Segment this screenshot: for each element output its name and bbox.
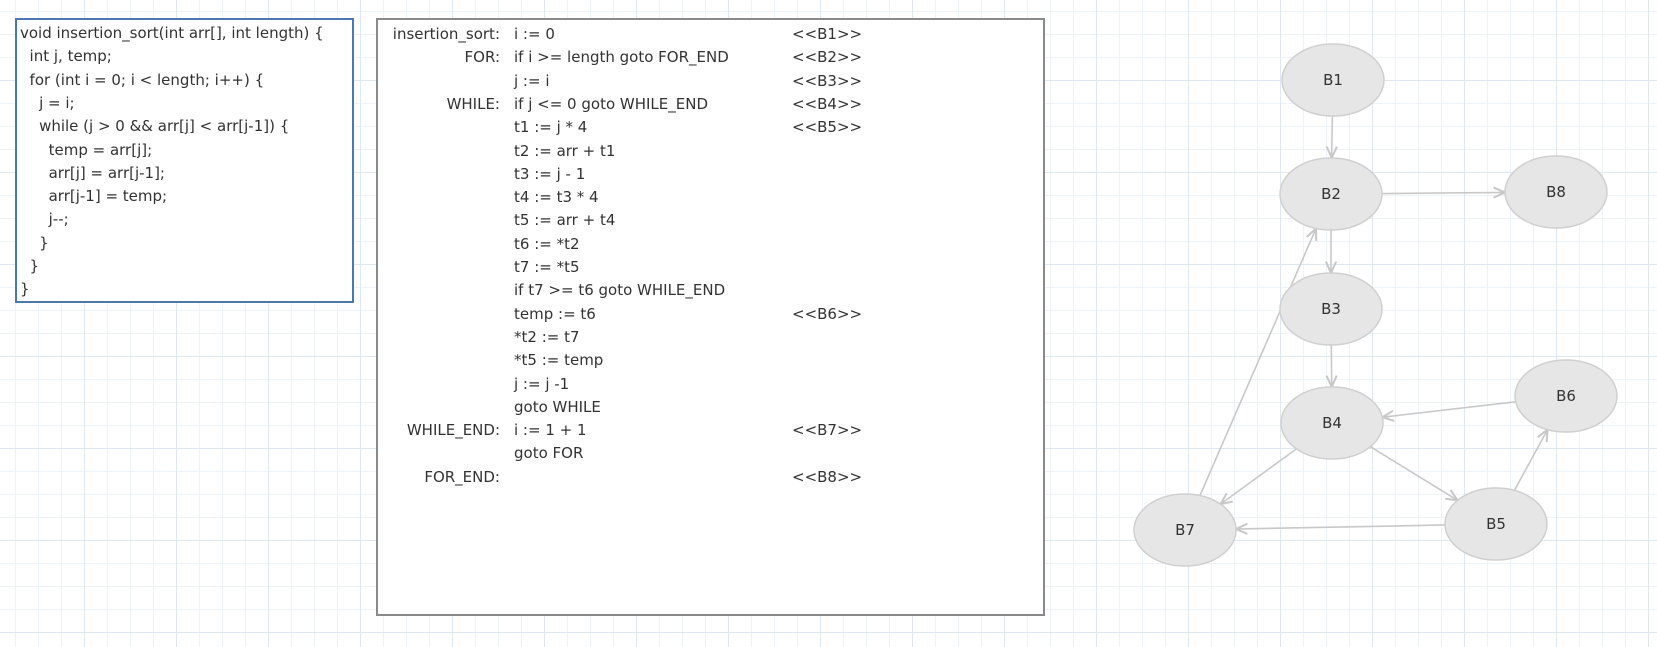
node-label: B5 — [1486, 515, 1506, 533]
cfg-node-b4[interactable]: B4 — [1280, 386, 1384, 460]
node-label: B2 — [1321, 185, 1341, 203]
cfg-node-b2[interactable]: B2 — [1279, 157, 1383, 231]
node-label: B7 — [1175, 521, 1195, 539]
node-label: B4 — [1322, 414, 1342, 432]
cfg-node-b1[interactable]: B1 — [1281, 43, 1385, 117]
cfg-node-b7[interactable]: B7 — [1133, 493, 1237, 567]
node-label: B3 — [1321, 300, 1341, 318]
cfg-nodes: B1 B2 B3 B4 B5 B6 B7 B8 — [1133, 43, 1618, 567]
node-label: B8 — [1546, 183, 1566, 201]
cfg-node-b6[interactable]: B6 — [1514, 359, 1618, 433]
edge-b7-b2 — [1199, 228, 1316, 496]
edge-b4-b7 — [1221, 448, 1297, 504]
edge-b1-b2 — [1332, 115, 1333, 158]
edge-b6-b4 — [1382, 401, 1516, 417]
cfg-node-b3[interactable]: B3 — [1279, 272, 1383, 346]
edge-b5-b6 — [1513, 430, 1547, 491]
edge-b5-b7 — [1236, 525, 1446, 529]
control-flow-graph: B1 B2 B3 B4 B5 B6 B7 B8 — [1133, 43, 1618, 567]
edge-b2-b8 — [1381, 192, 1505, 193]
cfg-node-b5[interactable]: B5 — [1444, 487, 1548, 561]
cfg-node-b8[interactable]: B8 — [1504, 155, 1608, 229]
edge-b4-b5 — [1370, 445, 1457, 501]
node-label: B1 — [1323, 71, 1343, 89]
node-label: B6 — [1556, 387, 1576, 405]
